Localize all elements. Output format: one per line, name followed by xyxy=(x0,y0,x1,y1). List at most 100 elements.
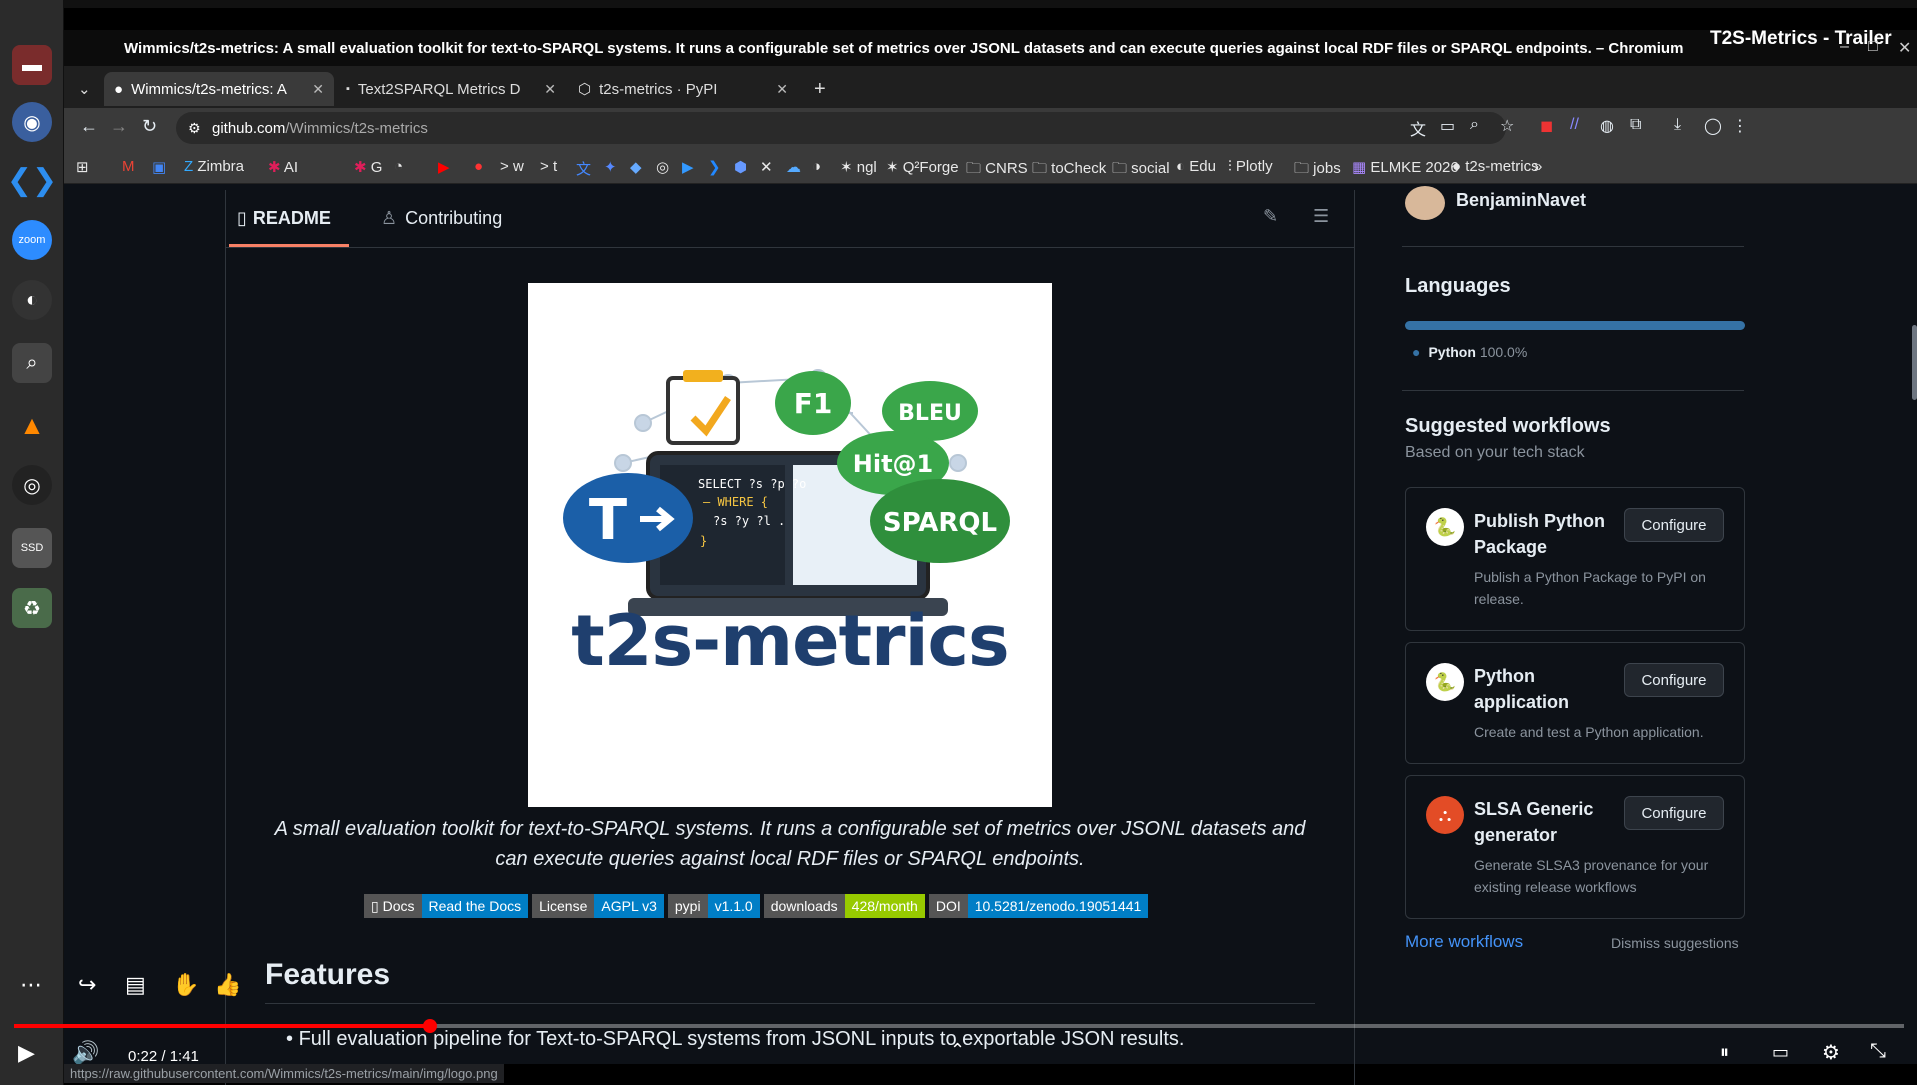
bookmark-folder-social[interactable]: 🗀 social xyxy=(1112,158,1170,183)
comments-icon[interactable]: ▤ xyxy=(125,972,146,998)
badge-docs[interactable]: ▯ Docs Read the Docs xyxy=(364,894,529,918)
settings-gear-icon[interactable]: ⚙ xyxy=(1822,1040,1840,1065)
bookmark-icon[interactable]: ◆ xyxy=(630,158,642,176)
forward-icon[interactable]: → xyxy=(110,116,128,137)
dislike-icon[interactable]: ✋ xyxy=(172,972,199,998)
ssd-drive-icon[interactable]: SSD xyxy=(12,528,52,568)
bookmark-plotly[interactable]: ⫶ Plotly xyxy=(1228,158,1273,175)
exit-fullscreen-icon[interactable]: ⤡ xyxy=(1870,1040,1886,1063)
magnifier-app-icon[interactable]: ⌕ xyxy=(12,343,52,383)
configure-button[interactable]: Configure xyxy=(1624,508,1724,542)
bookmark-q2forge[interactable]: ✶ Q²Forge xyxy=(886,158,959,176)
bookmark-icon[interactable]: ✦ xyxy=(604,158,617,176)
bookmark-t[interactable]: > t xyxy=(540,158,557,175)
extensions-puzzle-icon[interactable]: ⧉ xyxy=(1630,116,1641,134)
translate-bookmark-icon[interactable]: 文 xyxy=(576,158,591,179)
menu-icon[interactable]: ⋮ xyxy=(1732,116,1748,136)
bookmark-star-icon[interactable]: ☆ xyxy=(1500,116,1514,136)
zoom-icon[interactable]: ⌕ xyxy=(1470,116,1479,134)
close-icon[interactable]: ✕ xyxy=(1898,38,1911,58)
back-icon[interactable]: ← xyxy=(80,116,98,137)
captions-icon[interactable]: ▭ xyxy=(1772,1042,1789,1063)
tab-close-icon[interactable]: ✕ xyxy=(776,81,788,98)
download-icon[interactable]: ⤓ xyxy=(1674,116,1681,134)
bookmark-folder-jobs[interactable]: 🗀 jobs xyxy=(1294,158,1341,183)
bookmark-icon[interactable]: ✕ xyxy=(760,158,773,176)
extension-icon[interactable]: // xyxy=(1570,116,1579,134)
bookmark-folder-tocheck[interactable]: 🗀 toCheck xyxy=(1032,158,1106,183)
gmail-icon[interactable]: M xyxy=(122,158,135,175)
profile-icon[interactable]: ◯ xyxy=(1704,116,1722,136)
extension-icon[interactable]: ◍ xyxy=(1600,116,1614,136)
bookmark-g[interactable]: ✱ G xyxy=(354,158,382,176)
address-bar[interactable]: ⚙ github.com /Wimmics/t2s-metrics xyxy=(176,112,1506,144)
bookmark-folder-cnrs[interactable]: 🗀 CNRS xyxy=(966,158,1028,183)
vlc-app-icon[interactable]: ▲ xyxy=(12,405,52,445)
cloud-icon[interactable]: ☁ xyxy=(786,158,801,176)
chevron-up-icon[interactable]: ⌃ xyxy=(950,1040,965,1061)
obs-app-icon[interactable]: ◎ xyxy=(12,465,52,505)
bookmark-ngl[interactable]: ✶ ngl xyxy=(840,158,877,176)
calendar-icon[interactable]: ▣ xyxy=(152,158,166,176)
volume-icon[interactable]: 🔊 xyxy=(72,1040,99,1066)
files-app-icon[interactable]: ▬ xyxy=(12,45,52,85)
configure-button[interactable]: Configure xyxy=(1624,663,1724,697)
badge-license[interactable]: License AGPL v3 xyxy=(532,894,664,918)
bookmark-icon[interactable]: ⬢ xyxy=(734,158,747,176)
badge-pypi[interactable]: pypi v1.1.0 xyxy=(667,894,760,918)
outline-list-icon[interactable]: ☰ xyxy=(1313,206,1329,227)
contributor-avatar[interactable] xyxy=(1405,186,1445,220)
vscode-bookmark-icon[interactable]: ❯ xyxy=(708,158,721,176)
play-icon[interactable]: ▶ xyxy=(18,1040,35,1066)
bookmarks-overflow-icon[interactable]: » xyxy=(1534,158,1542,175)
video-scrubber-handle[interactable] xyxy=(422,1019,437,1033)
bookmark-icon[interactable]: ▶ xyxy=(682,158,694,176)
tab-docs[interactable]: ▪ Text2SPARQL Metrics D ✕ xyxy=(336,72,566,106)
badge-doi[interactable]: DOI 10.5281/zenodo.19051441 xyxy=(928,894,1149,918)
vpn-app-icon[interactable]: ◐ xyxy=(12,280,52,320)
tab-github[interactable]: ● Wimmics/t2s-metrics: A ✕ xyxy=(104,72,334,106)
more-actions-icon[interactable]: ⋯ xyxy=(20,972,42,998)
tab-close-icon[interactable]: ✕ xyxy=(544,81,556,98)
clock-icon[interactable]: ◔ xyxy=(394,158,403,175)
new-tab-button[interactable]: + xyxy=(804,72,840,106)
share-icon[interactable]: ↪ xyxy=(78,972,96,998)
tab-list-chevron-icon[interactable]: ⌄ xyxy=(68,72,98,106)
badge-downloads[interactable]: downloads 428/month xyxy=(763,894,925,918)
edit-pencil-icon[interactable]: ✎ xyxy=(1263,206,1278,227)
bookmark-icon[interactable]: ◑ xyxy=(812,158,821,175)
bookmark-zimbra[interactable]: Z Zimbra xyxy=(184,158,244,175)
page-scrollbar[interactable] xyxy=(1912,325,1917,400)
chromium-app-icon[interactable]: ◉ xyxy=(12,102,52,142)
tab-close-icon[interactable]: ✕ xyxy=(312,81,324,98)
bookmark-icon[interactable]: ◎ xyxy=(656,158,669,176)
pause-toggle-icon[interactable]: ⏸ xyxy=(1720,1042,1729,1063)
bookmark-elmke[interactable]: ▦ ELMKE 2026 xyxy=(1352,158,1459,176)
translate-icon[interactable]: 文 xyxy=(1410,116,1426,140)
contributor-name[interactable]: BenjaminNavet xyxy=(1456,190,1586,211)
reload-icon[interactable]: ↻ xyxy=(142,116,157,137)
minimize-icon[interactable]: – xyxy=(1840,38,1849,56)
like-icon[interactable]: 👍 xyxy=(214,972,241,998)
tab-readme[interactable]: ▯ README xyxy=(237,208,331,229)
zoom-app-icon[interactable]: zoom xyxy=(12,220,52,260)
youtube-icon[interactable]: ▶ xyxy=(438,158,450,176)
dismiss-suggestions-link[interactable]: Dismiss suggestions xyxy=(1611,935,1739,951)
maximize-icon[interactable]: □ xyxy=(1868,38,1878,56)
bookmark-ai[interactable]: ✱ AI xyxy=(268,158,298,176)
bookmark-edu[interactable]: ◐ Edu xyxy=(1176,158,1216,175)
tab-contributing[interactable]: ♙ Contributing xyxy=(381,208,502,229)
trash-icon[interactable]: ♻ xyxy=(12,588,52,628)
configure-button[interactable]: Configure xyxy=(1624,796,1724,830)
site-info-icon[interactable]: ⚙ xyxy=(188,120,201,137)
cast-icon[interactable]: ▭ xyxy=(1440,116,1455,136)
more-workflows-link[interactable]: More workflows xyxy=(1405,932,1523,952)
language-entry[interactable]: ● Python 100.0% xyxy=(1412,344,1527,360)
apps-grid-icon[interactable]: ⊞ xyxy=(76,158,89,176)
vscode-app-icon[interactable]: ❮❯ xyxy=(7,160,57,200)
bookmark-w[interactable]: > w xyxy=(500,158,524,175)
tab-pypi[interactable]: ⬡ t2s-metrics · PyPI ✕ xyxy=(568,72,798,106)
extension-icon[interactable]: ◼ xyxy=(1540,116,1553,136)
record-icon[interactable]: ● xyxy=(474,158,483,175)
bookmark-t2s-metrics[interactable]: ● t2s-metrics xyxy=(1452,158,1539,175)
